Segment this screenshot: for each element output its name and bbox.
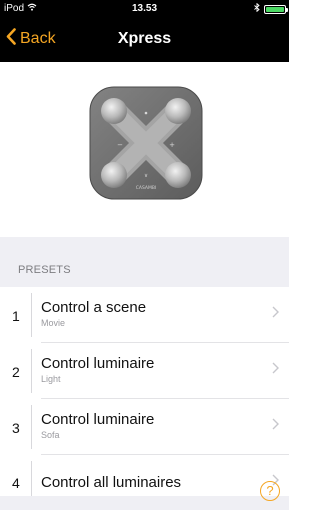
row-divider — [31, 293, 32, 337]
svg-text:∨: ∨ — [144, 173, 148, 179]
preset-number: 1 — [12, 308, 20, 324]
preset-subtitle: Sofa — [41, 430, 60, 440]
preset-title: Control luminaire — [41, 411, 155, 428]
chevron-right-icon — [272, 305, 279, 323]
row-divider — [31, 349, 32, 393]
preset-row-1[interactable]: 1 Control a scene Movie — [0, 287, 289, 343]
presets-section: PRESETS — [0, 237, 289, 287]
presets-list: 1 Control a scene Movie 2 Control lumina… — [0, 287, 289, 510]
preset-number: 3 — [12, 420, 20, 436]
status-bar: iPod 13.53 — [0, 0, 289, 17]
preset-number: 2 — [12, 364, 20, 380]
chevron-right-icon — [272, 417, 279, 435]
preset-subtitle: Movie — [41, 318, 66, 328]
page-title: Xpress — [117, 30, 172, 47]
preset-row-3[interactable]: 3 Control luminaire Sofa — [0, 399, 289, 455]
navigation-bar: Back Xpress — [0, 17, 289, 62]
preset-title: Control all luminaires — [41, 474, 182, 491]
chevron-right-icon — [272, 361, 279, 379]
preset-title: Control luminaire — [41, 355, 155, 372]
row-divider — [31, 405, 32, 449]
bluetooth-icon — [254, 2, 260, 15]
bottom-band — [0, 496, 289, 510]
device-image: ∨ − + CASAMBI — [88, 85, 204, 201]
help-button[interactable]: ? — [260, 481, 280, 501]
device-brand: CASAMBI — [136, 185, 157, 191]
preset-subtitle: Light — [41, 374, 61, 384]
presets-header: PRESETS — [18, 264, 71, 276]
status-right — [254, 2, 288, 15]
preset-number: 4 — [12, 475, 20, 491]
svg-text:+: + — [169, 141, 175, 149]
preset-row-2[interactable]: 2 Control luminaire Light — [0, 343, 289, 399]
status-time: 13.53 — [131, 3, 158, 14]
help-icon: ? — [266, 483, 274, 498]
preset-title: Control a scene — [41, 299, 147, 316]
battery-level — [266, 6, 284, 12]
battery-icon — [264, 4, 288, 14]
svg-text:−: − — [117, 141, 123, 149]
battery-nub — [286, 7, 288, 12]
